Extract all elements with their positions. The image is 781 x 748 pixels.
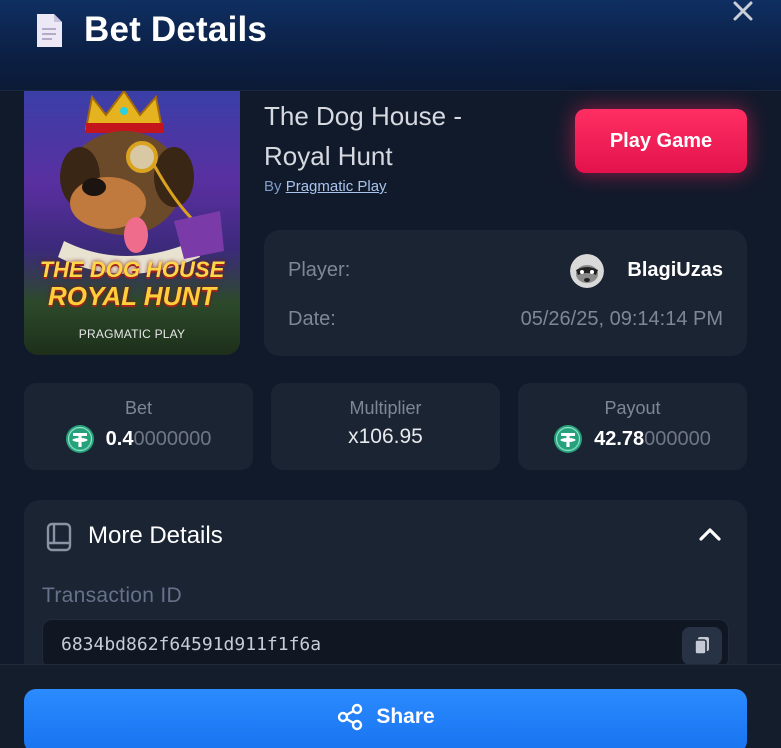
dog-illustration: [58, 91, 224, 274]
bet-value-dim: 0000000: [133, 427, 212, 450]
bet-label: Bet: [124, 398, 153, 418]
payout-value-dim: 000000: [644, 427, 711, 450]
page-title: Bet Details: [84, 10, 268, 49]
by-label: By: [264, 178, 282, 195]
thumbnail-title-line2: ROYAL HUNT: [47, 281, 217, 311]
transaction-id-value: 6834bd862f64591d911f1f6a: [61, 634, 322, 655]
player-avatar[interactable]: [570, 254, 604, 288]
share-button-content: Share: [24, 685, 747, 748]
date-value: 05/26/25, 09:14:14 PM: [520, 308, 723, 330]
provider-line: By Pragmatic Play: [264, 178, 387, 195]
share-button[interactable]: Share: [24, 689, 747, 748]
payout-value-strong: 42.78: [594, 427, 645, 450]
bet-amount: 0.4 0000000: [24, 425, 253, 453]
thumbnail-provider: PRAGMATIC PLAY: [78, 327, 186, 341]
copy-button[interactable]: [682, 627, 722, 665]
modal-header: Bet Details: [0, 0, 781, 91]
chevron-up-icon[interactable]: [697, 524, 723, 544]
transaction-id-label: Transaction ID: [42, 584, 182, 607]
book-icon: [46, 522, 72, 552]
share-label: Share: [376, 704, 435, 728]
document-icon: [37, 14, 62, 47]
multiplier-value: x106.95: [348, 425, 423, 448]
tether-icon: [65, 425, 94, 453]
share-icon: [338, 703, 363, 730]
multiplier-card: Multiplier x106.95: [271, 383, 500, 470]
thumbnail-title-line1: THE DOG HOUSE: [39, 257, 225, 282]
payout-amount: 42.78 000000: [518, 425, 747, 453]
date-label: Date:: [288, 308, 336, 330]
copy-icon: [694, 637, 709, 655]
bet-card: Bet 0.4 0000000: [24, 383, 253, 470]
payout-label: Payout: [604, 398, 661, 418]
game-thumbnail[interactable]: THE DOG HOUSE ROYAL HUNT PRAGMATIC PLAY: [24, 91, 240, 355]
close-icon[interactable]: [730, 0, 756, 26]
bet-value-strong: 0.4: [105, 427, 134, 450]
player-label: Player:: [288, 259, 351, 281]
payout-card: Payout 42.78 000000: [518, 383, 747, 470]
game-name-line1: The Dog House -: [264, 101, 462, 131]
more-details-title: More Details: [88, 522, 223, 549]
game-name-line2: Royal Hunt: [264, 141, 393, 171]
multiplier-label: Multiplier: [349, 398, 422, 418]
provider-link[interactable]: Pragmatic Play: [286, 178, 387, 195]
play-game-button[interactable]: Play Game: [575, 109, 747, 173]
player-name[interactable]: BlagiUzas: [627, 259, 723, 282]
transaction-id-field[interactable]: 6834bd862f64591d911f1f6a: [42, 619, 729, 669]
tether-icon: [554, 425, 583, 453]
bet-info-card: Player: BlagiUzas Date: 05/26/25, 09:14:…: [264, 230, 747, 356]
multiplier-row: x106.95: [271, 425, 500, 449]
game-name: The Dog House - Royal Hunt: [264, 96, 544, 176]
